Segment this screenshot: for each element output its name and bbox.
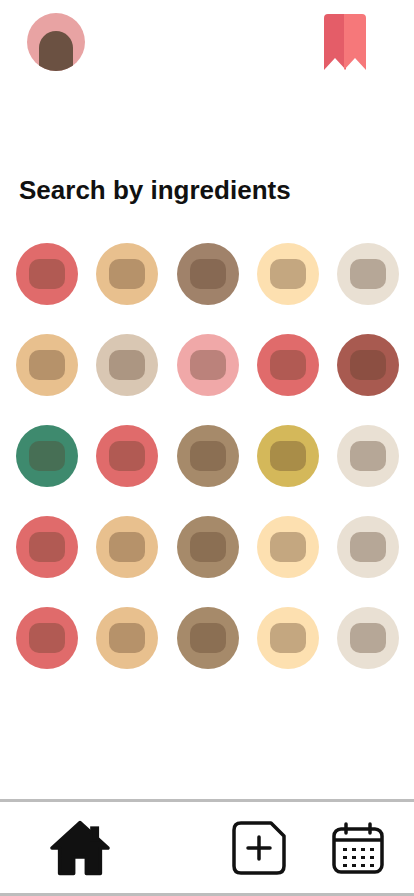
ingredient-photo: [350, 259, 386, 289]
ingredient-button[interactable]: [16, 334, 78, 396]
ingredient-photo: [350, 532, 386, 562]
avatar-photo: [39, 31, 73, 71]
nav-calendar-button[interactable]: [331, 821, 385, 875]
nav-home-button[interactable]: [49, 820, 111, 876]
ingredient-button[interactable]: [16, 607, 78, 669]
ingredient-photo: [270, 350, 306, 380]
ingredient-photo: [270, 441, 306, 471]
ingredient-button[interactable]: [16, 516, 78, 578]
ingredient-photo: [190, 259, 226, 289]
ingredient-button[interactable]: [16, 243, 78, 305]
ingredient-photo: [190, 532, 226, 562]
ingredient-button[interactable]: [257, 607, 319, 669]
ingredient-button[interactable]: [177, 334, 239, 396]
ingredient-photo: [109, 259, 145, 289]
bottom-nav: [0, 799, 414, 896]
ingredient-photo: [270, 259, 306, 289]
ingredient-photo: [190, 350, 226, 380]
ingredient-photo: [29, 623, 65, 653]
ingredient-photo: [29, 259, 65, 289]
ingredient-grid: [0, 243, 414, 669]
ingredient-button[interactable]: [177, 516, 239, 578]
ingredient-photo: [350, 441, 386, 471]
ingredient-button[interactable]: [257, 243, 319, 305]
bookmark-icon[interactable]: [324, 14, 366, 70]
ingredient-photo: [270, 532, 306, 562]
ingredient-button[interactable]: [96, 607, 158, 669]
ingredient-button[interactable]: [257, 425, 319, 487]
ingredient-photo: [109, 441, 145, 471]
ingredient-button[interactable]: [337, 425, 399, 487]
nav-add-button[interactable]: [231, 820, 287, 876]
ingredient-photo: [29, 441, 65, 471]
ingredient-button[interactable]: [177, 607, 239, 669]
ingredient-button[interactable]: [16, 425, 78, 487]
ingredient-photo: [109, 350, 145, 380]
ingredient-button[interactable]: [96, 243, 158, 305]
ingredient-photo: [109, 532, 145, 562]
ingredient-button[interactable]: [96, 334, 158, 396]
add-page-icon: [231, 820, 287, 876]
ingredient-photo: [29, 350, 65, 380]
ingredient-button[interactable]: [96, 425, 158, 487]
ingredient-button[interactable]: [337, 607, 399, 669]
ingredient-button[interactable]: [257, 334, 319, 396]
ingredient-photo: [190, 441, 226, 471]
ingredient-button[interactable]: [337, 334, 399, 396]
ingredient-photo: [190, 623, 226, 653]
ingredient-button[interactable]: [257, 516, 319, 578]
ingredient-photo: [270, 623, 306, 653]
ingredient-button[interactable]: [337, 243, 399, 305]
ingredient-button[interactable]: [177, 425, 239, 487]
home-icon: [49, 820, 111, 876]
calendar-icon: [331, 821, 385, 875]
ingredient-button[interactable]: [96, 516, 158, 578]
profile-avatar[interactable]: [27, 13, 85, 71]
ingredient-photo: [350, 350, 386, 380]
ingredient-button[interactable]: [177, 243, 239, 305]
ingredient-button[interactable]: [337, 516, 399, 578]
page-title: Search by ingredients: [19, 174, 414, 206]
ingredient-photo: [350, 623, 386, 653]
ingredient-photo: [29, 532, 65, 562]
ingredient-photo: [109, 623, 145, 653]
app-screen: Search by ingredients: [0, 0, 414, 896]
header: [0, 0, 414, 70]
